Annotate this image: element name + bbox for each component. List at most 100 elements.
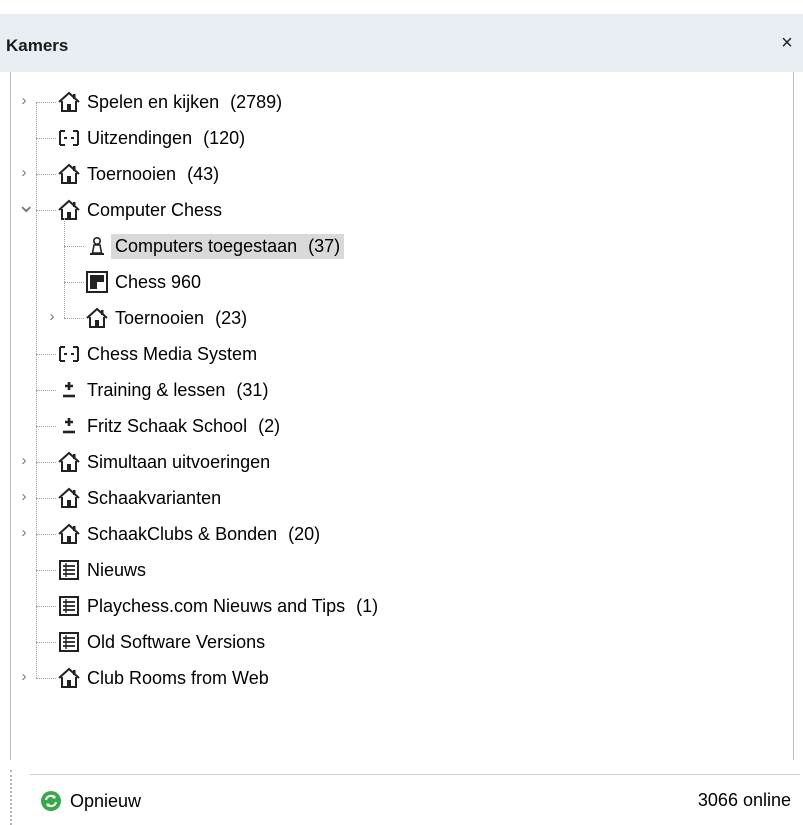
- tree-item-playchess-nieuws[interactable]: Playchess.com Nieuws and Tips (1): [57, 588, 382, 624]
- tree-connector: [64, 318, 84, 319]
- house-icon: [57, 486, 81, 510]
- tree-item-label: SchaakClubs & Bonden (20): [83, 522, 324, 547]
- tree-connector: [36, 498, 56, 499]
- house-icon: [57, 450, 81, 474]
- close-button[interactable]: ×: [775, 30, 799, 56]
- tree-item-label: Club Rooms from Web: [83, 666, 273, 691]
- house-icon: [57, 162, 81, 186]
- house-icon: [57, 90, 81, 114]
- chevron-right-icon[interactable]: ›: [17, 165, 31, 180]
- chevron-down-icon[interactable]: ⌄: [17, 194, 35, 216]
- tree-connector: [36, 354, 56, 355]
- tree-connector: [36, 570, 56, 571]
- tree-item-count: (31): [236, 379, 269, 400]
- tree-item-fritz[interactable]: Fritz Schaak School (2): [57, 408, 284, 444]
- tree-connector: [36, 390, 56, 391]
- tree-item-spelen[interactable]: Spelen en kijken (2789): [57, 84, 286, 120]
- tree-item-label: Toernooien (43): [83, 162, 223, 187]
- tree-item-count: (2): [258, 415, 281, 436]
- tree-item-training[interactable]: Training & lessen (31): [57, 372, 272, 408]
- broadcast-icon: [57, 126, 81, 150]
- tree-item-name: Computers toegestaan: [115, 235, 298, 256]
- tree-connector: [64, 282, 84, 283]
- panel-title: Kamers: [6, 36, 69, 55]
- tree-item-label: Old Software Versions: [83, 630, 269, 655]
- chevron-right-icon[interactable]: ›: [17, 453, 31, 468]
- tree-item-chess960[interactable]: Chess 960: [85, 264, 205, 300]
- tree-item-name: SchaakClubs & Bonden: [87, 523, 278, 544]
- plusminus-icon: [57, 414, 81, 438]
- tree-item-name: Schaakvarianten: [87, 487, 222, 508]
- tree-item-chess-media[interactable]: Chess Media System: [57, 336, 261, 372]
- tree-item-label: Computers toegestaan (37): [111, 233, 345, 259]
- tree-connector-vertical: [36, 102, 37, 678]
- house-icon: [57, 666, 81, 690]
- tree-item-toernooien[interactable]: Toernooien (43): [57, 156, 223, 192]
- rooms-tree: › Spelen en kijken (2789) Uitzendingen (12…: [11, 72, 793, 760]
- online-count: 3066 online: [697, 790, 791, 810]
- tree-connector: [36, 102, 56, 103]
- tree-connector: [36, 642, 56, 643]
- refresh-button[interactable]: Opnieuw: [40, 787, 141, 815]
- tree-item-simultaan[interactable]: Simultaan uitvoeringen: [57, 444, 274, 480]
- tree-item-name: Toernooien: [115, 307, 205, 328]
- tree-item-schaakclubs[interactable]: SchaakClubs & Bonden (20): [57, 516, 324, 552]
- plusminus-icon: [57, 378, 81, 402]
- chevron-right-icon[interactable]: ›: [17, 93, 31, 108]
- tree-item-label: Playchess.com Nieuws and Tips (1): [83, 594, 382, 619]
- footer-grip: [10, 770, 12, 825]
- tree-connector: [64, 246, 84, 247]
- tree-connector: [36, 174, 56, 175]
- chevron-right-icon[interactable]: ›: [17, 489, 31, 504]
- tree-item-name: Fritz Schaak School: [87, 415, 248, 436]
- tree-item-name: Spelen en kijken: [87, 91, 220, 112]
- tree-item-label: Toernooien (23): [111, 306, 251, 331]
- tree-item-label: Nieuws: [83, 558, 150, 583]
- tree-item-label: Fritz Schaak School (2): [83, 414, 284, 439]
- tree-item-uitzendingen[interactable]: Uitzendingen (120): [57, 120, 249, 156]
- tree-item-name: Chess 960: [115, 271, 202, 292]
- tree-item-old-software[interactable]: Old Software Versions: [57, 624, 269, 660]
- tree-item-computers-toegestaan[interactable]: Computers toegestaan (37): [85, 228, 345, 264]
- tree-item-club-rooms[interactable]: Club Rooms from Web: [57, 660, 273, 696]
- tree-item-name: Old Software Versions: [87, 631, 266, 652]
- tree-connector: [36, 678, 56, 679]
- tree-item-label: Chess 960: [111, 270, 205, 295]
- tree-item-count: (43): [187, 163, 220, 184]
- tree-item-count: (37): [308, 235, 341, 256]
- pawn-icon: [85, 234, 109, 258]
- tree-connector: [36, 210, 56, 211]
- rooms-panel: › Spelen en kijken (2789) Uitzendingen (12…: [10, 72, 794, 760]
- house-icon: [57, 522, 81, 546]
- tree-item-name: Uitzendingen: [87, 127, 193, 148]
- tree-item-label: Simultaan uitvoeringen: [83, 450, 274, 475]
- tree-item-computer-chess[interactable]: Computer Chess: [57, 192, 226, 228]
- tree-item-count: (120): [203, 127, 246, 148]
- tree-item-name: Chess Media System: [87, 343, 258, 364]
- broadcast-icon: [57, 342, 81, 366]
- list-icon: [57, 558, 81, 582]
- tree-item-count: (1): [356, 595, 379, 616]
- tree-item-schaakvarianten[interactable]: Schaakvarianten: [57, 480, 225, 516]
- tree-item-count: (20): [288, 523, 321, 544]
- tree-item-name: Training & lessen: [87, 379, 226, 400]
- tree-item-name: Club Rooms from Web: [87, 667, 269, 688]
- tree-item-count: (2789): [230, 91, 283, 112]
- tree-item-nieuws[interactable]: Nieuws: [57, 552, 150, 588]
- tree-item-label: Computer Chess: [83, 198, 226, 223]
- tree-item-name: Toernooien: [87, 163, 177, 184]
- chevron-right-icon[interactable]: ›: [17, 669, 31, 684]
- tree-connector: [36, 462, 56, 463]
- chevron-right-icon[interactable]: ›: [17, 525, 31, 540]
- chevron-right-icon[interactable]: ›: [45, 309, 59, 324]
- tree-item-name: Nieuws: [87, 559, 147, 580]
- house-icon: [57, 198, 81, 222]
- list-icon: [57, 594, 81, 618]
- tree-item-label: Schaakvarianten: [83, 486, 225, 511]
- tree-connector-vertical-child: [64, 218, 65, 318]
- panel-titlebar: Kamers ×: [0, 14, 803, 72]
- house-icon: [85, 306, 109, 330]
- tree-item-name: Computer Chess: [87, 199, 223, 220]
- tree-item-toernooien-2[interactable]: Toernooien (23): [85, 300, 251, 336]
- tree-item-name: Simultaan uitvoeringen: [87, 451, 271, 472]
